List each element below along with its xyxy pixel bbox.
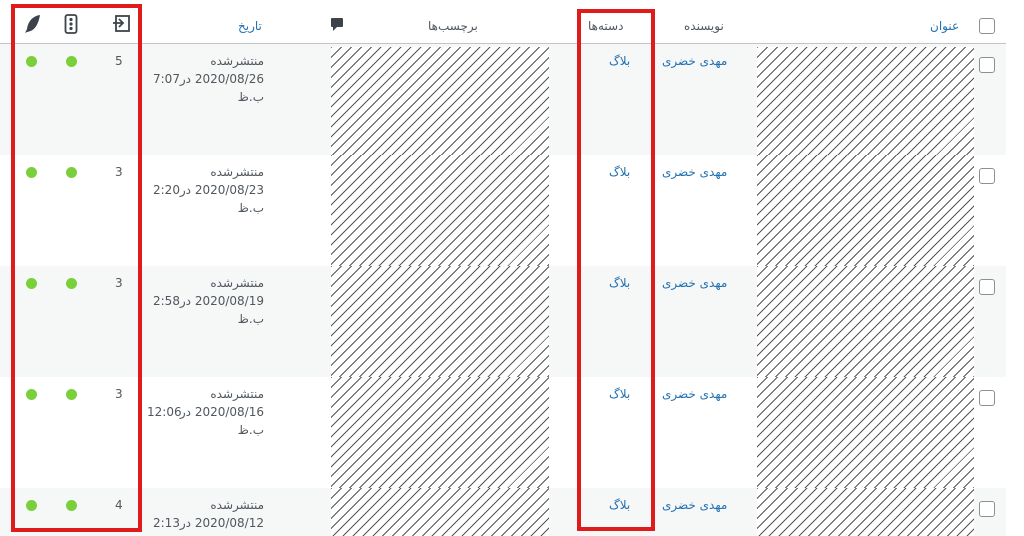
redacted-title (757, 488, 974, 536)
author-link[interactable]: مهدی خضری (662, 496, 727, 514)
date-cell: منتشرشده 2020/08/23 در 2:20 ب.ظ (140, 163, 264, 217)
ampm-text: ب.ظ (237, 423, 264, 437)
time-text: 2:20 (153, 183, 180, 197)
row-checkbox[interactable] (979, 279, 995, 295)
icons-highlight-box (11, 4, 142, 532)
author-link[interactable]: مهدی خضری (662, 163, 727, 181)
right-gutter (1006, 0, 1024, 536)
row-checkbox[interactable] (979, 57, 995, 73)
status-text: منتشرشده (210, 165, 264, 179)
date-cell: منتشرشده 2020/08/19 در 2:58 ب.ظ (140, 274, 264, 328)
table-row: مهدی خضری بلاگ منتشرشده 2020/08/19 در 2:… (0, 266, 1006, 377)
redacted-title (757, 377, 974, 488)
table-header: عنوان نویسنده دسته‌ها برچسب‌ها تاریخ (0, 0, 1006, 44)
comment-icon[interactable] (330, 17, 344, 37)
row-checkbox[interactable] (979, 501, 995, 517)
posts-table: عنوان نویسنده دسته‌ها برچسب‌ها تاریخ مهد… (0, 0, 1024, 536)
select-all-checkbox[interactable] (979, 18, 995, 34)
time-text: 2:13 (153, 516, 180, 530)
date-cell: منتشرشده 2020/08/12 در 2:13 (140, 496, 264, 532)
redacted-tags (331, 488, 549, 536)
table-row: مهدی خضری بلاگ منتشرشده 2020/08/16 در 12… (0, 377, 1006, 488)
column-tags-header: برچسب‌ها (428, 19, 478, 33)
redacted-title (757, 266, 974, 377)
redacted-title (757, 47, 974, 155)
table-row: مهدی خضری بلاگ منتشرشده 2020/08/23 در 2:… (0, 155, 1006, 266)
redacted-title (757, 155, 974, 266)
time-text: 7:07 (153, 72, 180, 86)
redacted-tags (331, 47, 549, 155)
date-cell: منتشرشده 2020/08/26 در 7:07 ب.ظ (140, 52, 264, 106)
table-row: مهدی خضری بلاگ منتشرشده 2020/08/12 در 2:… (0, 488, 1006, 536)
status-text: منتشرشده (210, 387, 264, 401)
row-checkbox[interactable] (979, 390, 995, 406)
column-author-header: نویسنده (684, 19, 724, 33)
row-checkbox[interactable] (979, 168, 995, 184)
status-text: منتشرشده (210, 54, 264, 68)
redacted-tags (331, 266, 549, 377)
ampm-text: ب.ظ (237, 201, 264, 215)
status-text: منتشرشده (210, 498, 264, 512)
ampm-text: ب.ظ (237, 312, 264, 326)
time-text: 2:58 (153, 294, 180, 308)
ampm-text: ب.ظ (237, 90, 264, 104)
categories-highlight-box (577, 9, 655, 531)
author-link[interactable]: مهدی خضری (662, 274, 727, 292)
date-cell: منتشرشده 2020/08/16 در 12:06 ب.ظ (140, 385, 264, 439)
table-row: مهدی خضری بلاگ منتشرشده 2020/08/26 در 7:… (0, 44, 1006, 155)
author-link[interactable]: مهدی خضری (662, 385, 727, 403)
author-link[interactable]: مهدی خضری (662, 52, 727, 70)
time-text: 12:06 (147, 405, 182, 419)
column-date-header[interactable]: تاریخ (238, 17, 262, 35)
redacted-tags (331, 155, 549, 266)
redacted-tags (331, 377, 549, 488)
status-text: منتشرشده (210, 276, 264, 290)
column-title-header[interactable]: عنوان (930, 17, 959, 35)
